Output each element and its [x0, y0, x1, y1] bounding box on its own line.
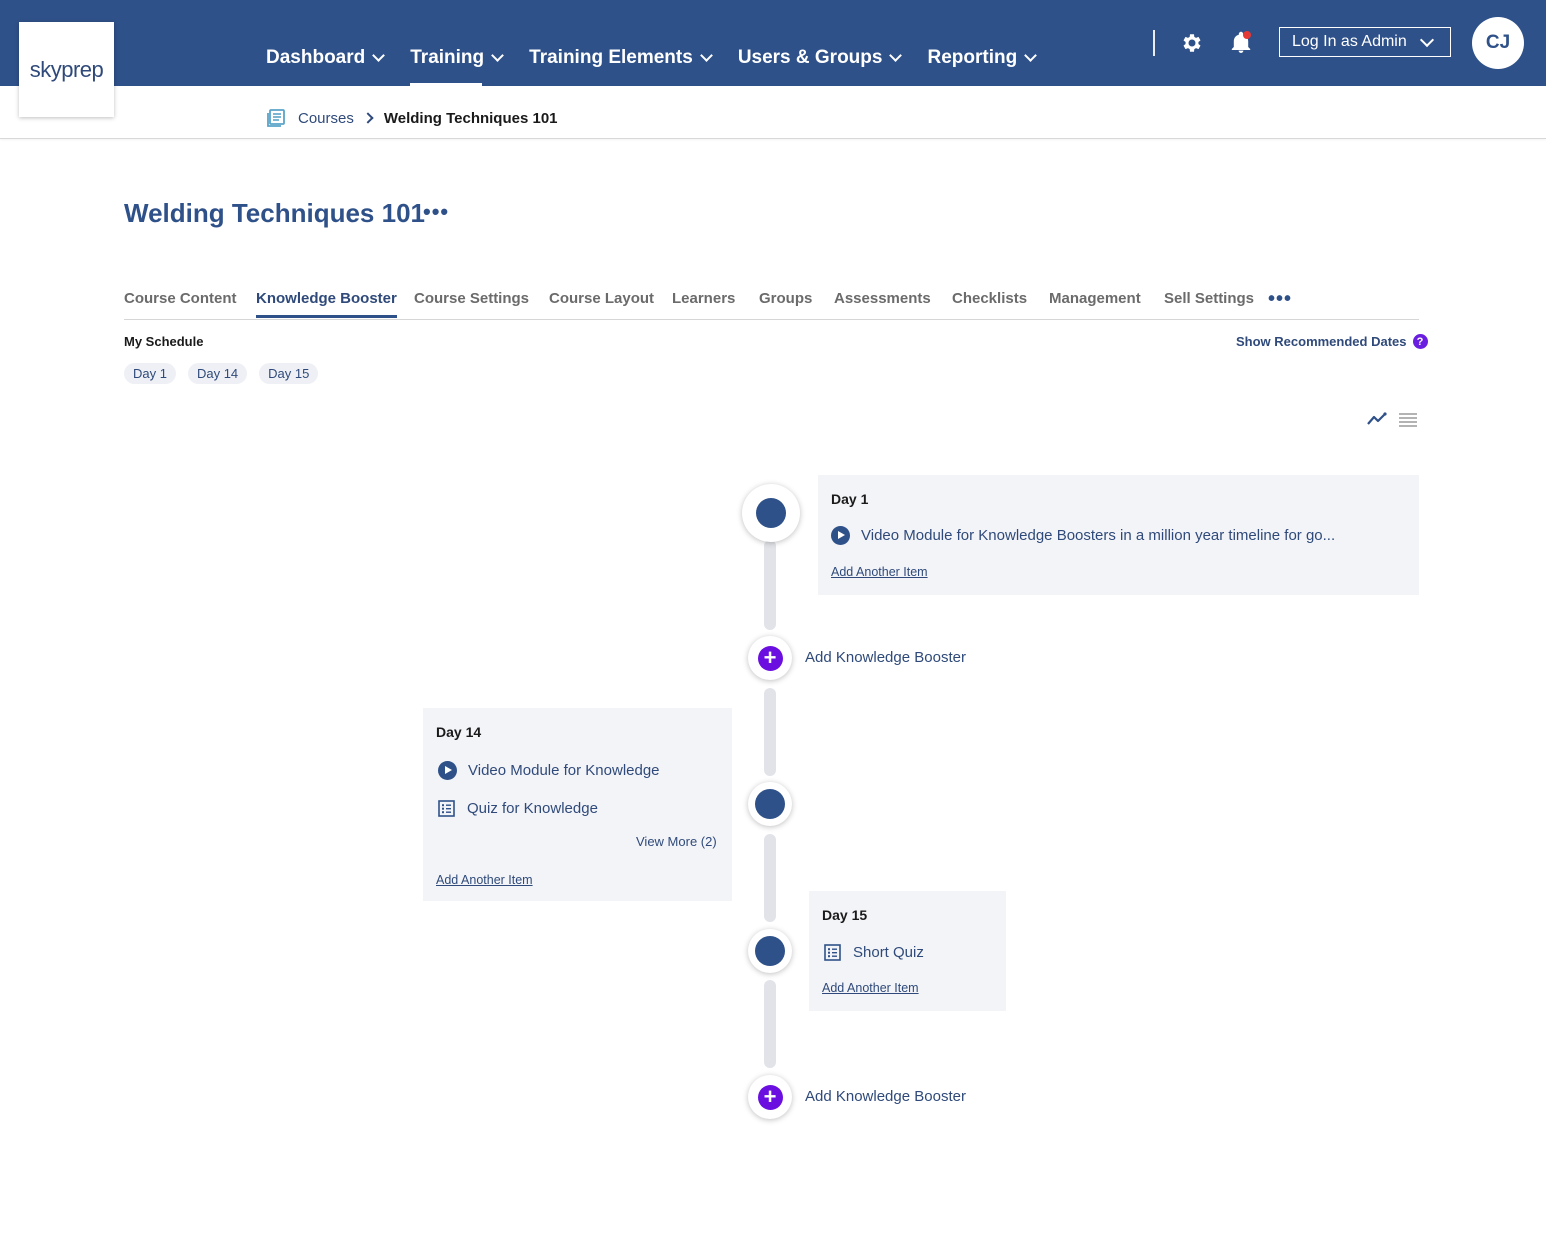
timeline-node-day-15[interactable]	[748, 929, 792, 973]
show-recommended-label: Show Recommended Dates	[1236, 334, 1407, 349]
card-item-label: Video Module for Knowledge	[468, 762, 660, 779]
tab-groups[interactable]: Groups	[759, 290, 812, 307]
play-icon	[438, 761, 457, 780]
chevron-down-icon	[1024, 49, 1038, 62]
page-title: Welding Techniques 101	[124, 198, 425, 228]
nav-training-elements[interactable]: Training Elements	[529, 44, 713, 72]
nav-training-label: Training	[410, 47, 485, 68]
add-another-item-link[interactable]: Add Another Item	[436, 873, 533, 887]
tab-learners[interactable]: Learners	[672, 290, 735, 307]
card-title: Day 15	[822, 907, 868, 923]
help-icon[interactable]: ?	[1412, 334, 1428, 349]
nav-training[interactable]: Training	[410, 44, 505, 87]
plus-icon: +	[757, 1084, 783, 1110]
show-recommended-dates-link[interactable]: Show Recommended Dates ?	[1236, 334, 1428, 349]
chevron-down-icon	[491, 49, 505, 62]
gear-icon[interactable]	[1180, 31, 1204, 55]
card-item-quiz[interactable]: Short Quiz	[824, 944, 924, 961]
node-dot	[755, 936, 785, 966]
chip-day-15[interactable]: Day 15	[259, 363, 319, 384]
plus-icon: +	[757, 645, 783, 671]
breadcrumb-courses-link[interactable]: Courses	[298, 110, 354, 127]
more-options-icon[interactable]: •••	[423, 201, 449, 223]
card-item-video[interactable]: Video Module for Knowledge	[438, 761, 660, 780]
notification-dot	[1243, 31, 1251, 39]
chevron-down-icon	[372, 49, 386, 62]
add-knowledge-booster-label[interactable]: Add Knowledge Booster	[805, 1088, 966, 1105]
chip-day-14[interactable]: Day 14	[187, 363, 248, 384]
node-dot	[755, 789, 785, 819]
nav-reporting-label: Reporting	[927, 47, 1018, 68]
add-another-item-link[interactable]: Add Another Item	[822, 981, 919, 995]
header-divider	[1153, 30, 1155, 56]
breadcrumb-current: Welding Techniques 101	[383, 109, 558, 127]
skyprep-logo[interactable]: skyprep	[19, 22, 114, 117]
breadcrumb: Courses Welding Techniques 101	[266, 108, 558, 128]
booster-card-day-15: Day 15 Short Quiz Add Another Item	[809, 891, 1006, 1011]
tab-sell-settings[interactable]: Sell Settings	[1164, 290, 1254, 307]
chevron-right-icon	[362, 112, 374, 124]
play-icon	[831, 526, 850, 545]
nav-reporting[interactable]: Reporting	[927, 44, 1038, 72]
add-knowledge-booster-button[interactable]: +	[748, 1075, 792, 1119]
tab-course-layout[interactable]: Course Layout	[549, 290, 654, 307]
card-title: Day 14	[436, 724, 482, 740]
card-item-label: Short Quiz	[853, 944, 924, 961]
chevron-down-icon	[1419, 32, 1435, 48]
nav-training-elements-label: Training Elements	[529, 47, 693, 68]
timeline-track	[764, 834, 776, 922]
chip-day-1[interactable]: Day 1	[124, 363, 176, 384]
avatar-initials: CJ	[1485, 32, 1511, 53]
nav-users-groups[interactable]: Users & Groups	[737, 44, 903, 72]
timeline-track	[764, 980, 776, 1068]
courses-icon	[267, 109, 285, 127]
nav-users-groups-label: Users & Groups	[737, 47, 883, 68]
my-schedule-label: My Schedule	[124, 334, 204, 349]
nav-dashboard[interactable]: Dashboard	[266, 44, 386, 72]
card-item-video[interactable]: Video Module for Knowledge Boosters in a…	[831, 526, 1335, 545]
timeline-node-day-14[interactable]	[748, 782, 792, 826]
timeline-track	[764, 540, 776, 630]
card-item-label: Quiz for Knowledge	[467, 800, 598, 817]
tabs-more-icon[interactable]: •••	[1268, 288, 1292, 311]
add-another-item-link[interactable]: Add Another Item	[831, 565, 928, 579]
quiz-icon	[824, 944, 841, 961]
add-knowledge-booster-button[interactable]: +	[748, 636, 792, 680]
tab-management[interactable]: Management	[1049, 290, 1141, 307]
tab-knowledge-booster[interactable]: Knowledge Booster	[256, 290, 397, 318]
timeline-view-icon[interactable]	[1366, 410, 1388, 428]
view-more-link[interactable]: View More (2)	[636, 834, 717, 849]
card-title: Day 1	[831, 491, 869, 507]
tab-course-content[interactable]: Course Content	[124, 290, 237, 307]
tab-checklists[interactable]: Checklists	[952, 290, 1027, 307]
list-view-icon[interactable]	[1398, 411, 1418, 429]
log-in-as-admin-select[interactable]: Log In as Admin	[1279, 27, 1451, 57]
quiz-icon	[438, 800, 455, 817]
tab-course-settings[interactable]: Course Settings	[414, 290, 529, 307]
logo-text: skyprep	[29, 56, 104, 82]
card-item-quiz[interactable]: Quiz for Knowledge	[438, 800, 598, 817]
nav-dashboard-label: Dashboard	[266, 47, 366, 68]
breadcrumb-bar	[0, 86, 1546, 139]
timeline-node-day-1[interactable]	[742, 484, 800, 542]
course-tabs: Course Content Knowledge Booster Course …	[124, 288, 1419, 320]
booster-card-day-1: Day 1 Video Module for Knowledge Booster…	[818, 475, 1419, 595]
chevron-down-icon	[699, 49, 713, 62]
card-item-label: Video Module for Knowledge Boosters in a…	[861, 527, 1336, 544]
schedule-chips: Day 1 Day 14 Day 15	[124, 363, 319, 384]
booster-card-day-14: Day 14 Video Module for Knowledge Quiz f…	[423, 708, 732, 901]
user-avatar[interactable]: CJ	[1472, 17, 1524, 69]
node-dot	[756, 498, 786, 528]
admin-select-label: Log In as Admin	[1292, 33, 1407, 50]
chevron-down-icon	[889, 49, 903, 62]
main-nav: Dashboard Training Training Elements Use…	[266, 44, 1062, 87]
tab-assessments[interactable]: Assessments	[834, 290, 931, 307]
add-knowledge-booster-label[interactable]: Add Knowledge Booster	[805, 649, 966, 666]
timeline-track	[764, 688, 776, 776]
